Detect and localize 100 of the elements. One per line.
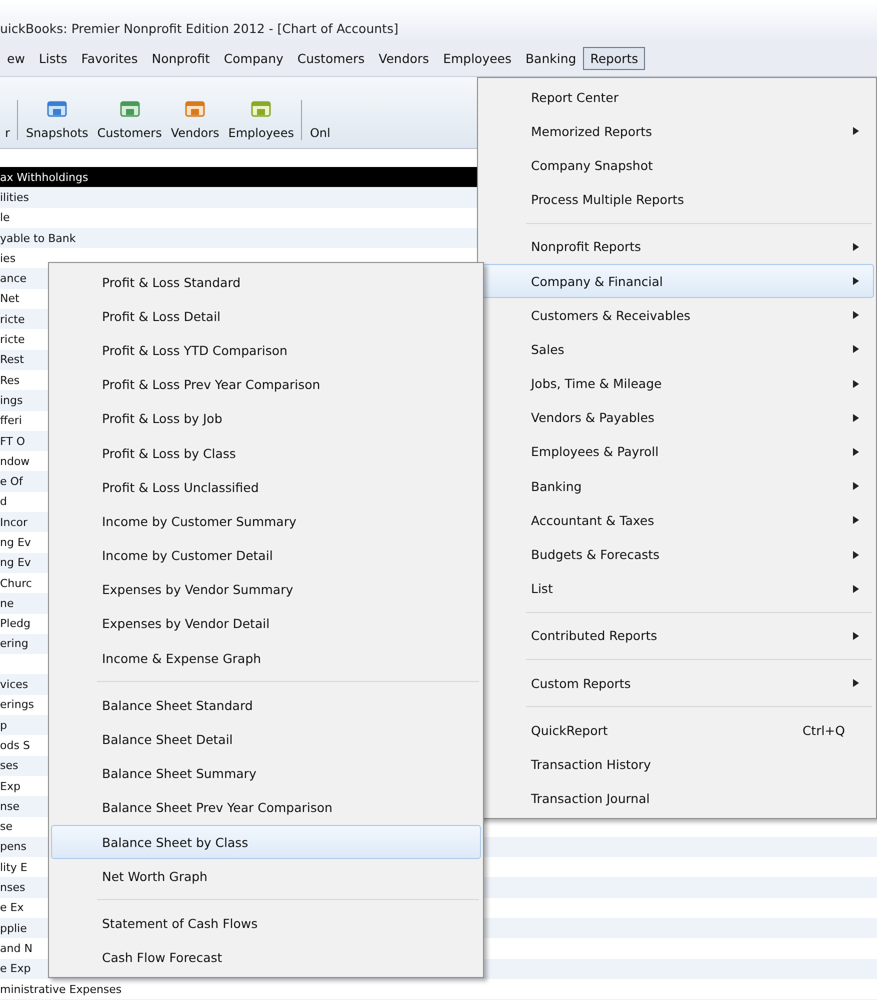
menu-item[interactable]: Balance Sheet Prev Year Comparison bbox=[51, 790, 481, 825]
account-name[interactable]: Res bbox=[0, 374, 20, 387]
menu-item[interactable]: Cash Flow Forecast bbox=[51, 940, 481, 975]
account-name[interactable]: p bbox=[0, 718, 7, 732]
menu-item[interactable]: Income by Customer Detail bbox=[51, 538, 481, 573]
arrow-icon bbox=[853, 516, 859, 524]
arrow-icon bbox=[853, 550, 859, 559]
menu-item[interactable]: Balance Sheet by Class bbox=[51, 825, 481, 860]
menu-item[interactable]: Profit & Loss YTD Comparison bbox=[51, 333, 481, 368]
toolbar-button[interactable]: Onl bbox=[310, 126, 330, 140]
toolbar-button[interactable]: Snapshots bbox=[26, 126, 88, 140]
menu-item[interactable]: Net Worth Graph bbox=[51, 859, 481, 894]
menu-item[interactable]: Lists bbox=[32, 46, 74, 70]
account-name[interactable]: ng Ev bbox=[0, 556, 31, 570]
account-name[interactable]: ance bbox=[0, 272, 27, 286]
account-name[interactable]: e Ex bbox=[0, 901, 24, 914]
menu-item[interactable]: Reports bbox=[583, 46, 646, 70]
menu-item[interactable]: Customers & Receivables bbox=[480, 298, 874, 332]
account-name[interactable]: nses bbox=[0, 881, 26, 894]
account-name[interactable]: ies bbox=[0, 252, 16, 265]
account-name[interactable]: ndow bbox=[0, 454, 30, 468]
menu-item[interactable]: Sales bbox=[480, 332, 874, 366]
menu-item[interactable]: Profit & Loss Unclassified bbox=[51, 470, 481, 504]
menu-item[interactable]: Company bbox=[216, 46, 290, 70]
account-name[interactable]: Exp bbox=[0, 780, 20, 793]
account-name[interactable]: ings bbox=[0, 394, 23, 407]
menu-item[interactable]: Favorites bbox=[74, 46, 145, 70]
menu-item[interactable]: Employees bbox=[436, 46, 518, 70]
menu-item[interactable]: Contributed Reports bbox=[480, 618, 874, 653]
menu-item[interactable]: Profit & Loss Prev Year Comparison bbox=[51, 368, 481, 402]
account-name[interactable]: ax Withholdings bbox=[0, 170, 88, 184]
account-name[interactable]: ricte bbox=[0, 333, 25, 346]
menu-item[interactable]: ew bbox=[0, 46, 32, 70]
account-name[interactable]: ses bbox=[0, 759, 18, 772]
menu-item[interactable]: Jobs, Time & Mileage bbox=[480, 366, 874, 401]
account-name[interactable]: d bbox=[0, 495, 7, 508]
menu-item[interactable]: Balance Sheet Standard bbox=[51, 688, 481, 722]
menu-item[interactable]: List bbox=[480, 572, 874, 606]
account-name[interactable]: le bbox=[0, 211, 10, 224]
account-name[interactable]: pens bbox=[0, 840, 26, 854]
toolbar-button[interactable]: Employees bbox=[228, 126, 294, 140]
menu-item[interactable]: Accountant & Taxes bbox=[480, 503, 874, 538]
account-name[interactable]: lity E bbox=[0, 860, 28, 874]
menu-item[interactable]: Memorized Reports bbox=[480, 114, 874, 148]
menu-item[interactable]: Process Multiple Reports bbox=[480, 182, 874, 217]
menu-item[interactable]: Transaction History bbox=[480, 747, 874, 782]
account-name[interactable]: ne bbox=[0, 596, 14, 610]
menu-item[interactable]: Vendors bbox=[372, 46, 436, 70]
menu-item[interactable]: Income by Customer Summary bbox=[51, 504, 481, 538]
menu-item[interactable]: Custom Reports bbox=[480, 666, 874, 700]
window-icon bbox=[184, 100, 206, 120]
account-name[interactable]: ministrative Expenses bbox=[0, 982, 122, 996]
toolbar-button[interactable]: Vendors bbox=[170, 126, 220, 140]
menu-item[interactable]: Profit & Loss by Class bbox=[51, 436, 481, 470]
account-name[interactable]: nse bbox=[0, 800, 20, 813]
account-name[interactable]: pplie bbox=[0, 922, 27, 935]
toolbar-button[interactable]: r bbox=[5, 126, 10, 140]
account-name[interactable]: ods S bbox=[0, 738, 30, 752]
account-name[interactable]: e Exp bbox=[0, 962, 31, 976]
account-name[interactable]: Net bbox=[0, 292, 20, 306]
arrow-icon bbox=[853, 380, 859, 388]
account-name[interactable]: ricte bbox=[0, 312, 25, 326]
account-name[interactable]: and N bbox=[0, 942, 32, 955]
account-name[interactable]: Rest bbox=[0, 353, 24, 366]
account-name[interactable]: Churc bbox=[0, 576, 32, 590]
account-name[interactable]: ilities bbox=[0, 190, 30, 204]
account-name[interactable]: vices bbox=[0, 678, 28, 692]
menu-item[interactable]: Banking bbox=[518, 46, 584, 70]
account-name[interactable]: ng Ev bbox=[0, 536, 31, 549]
menu-item[interactable]: Profit & Loss by Job bbox=[51, 402, 481, 436]
menu-item[interactable]: Nonprofit Reports bbox=[480, 230, 874, 264]
menu-item[interactable]: QuickReport Ctrl+Q bbox=[480, 713, 874, 748]
menu-item[interactable]: Report Center bbox=[480, 80, 874, 114]
account-name[interactable]: ering bbox=[0, 637, 28, 650]
menu-item[interactable]: Balance Sheet Detail bbox=[51, 722, 481, 757]
account-name[interactable]: erings bbox=[0, 698, 34, 712]
account-name[interactable]: Incor bbox=[0, 516, 28, 529]
arrow-icon bbox=[853, 584, 859, 593]
toolbar-button[interactable]: Customers bbox=[97, 126, 162, 140]
menu-item[interactable]: Nonprofit bbox=[144, 46, 217, 70]
menu-item[interactable]: Banking bbox=[480, 469, 874, 504]
menu-item[interactable]: Statement of Cash Flows bbox=[51, 906, 481, 941]
menu-item[interactable]: Balance Sheet Summary bbox=[51, 756, 481, 791]
menu-item[interactable]: Employees & Payroll bbox=[480, 434, 874, 470]
account-name[interactable]: fferi bbox=[0, 414, 22, 428]
account-name[interactable]: yable to Bank bbox=[0, 232, 76, 245]
account-name[interactable]: FT O bbox=[0, 434, 26, 448]
menu-item[interactable]: Income & Expense Graph bbox=[51, 641, 481, 676]
menu-item[interactable]: Customers bbox=[290, 46, 372, 70]
account-name[interactable]: se bbox=[0, 820, 12, 834]
menu-item[interactable]: Profit & Loss Standard bbox=[51, 265, 481, 300]
menu-item[interactable]: Expenses by Vendor Detail bbox=[51, 606, 481, 642]
account-name[interactable]: Pledg bbox=[0, 617, 30, 630]
menu-item[interactable]: Budgets & Forecasts bbox=[480, 537, 874, 572]
menu-item[interactable]: Transaction Journal bbox=[480, 782, 874, 816]
menu-item[interactable]: Vendors & Payables bbox=[480, 400, 874, 435]
menu-item[interactable]: Company Snapshot bbox=[480, 148, 874, 183]
menu-item[interactable]: Profit & Loss Detail bbox=[51, 299, 481, 334]
menu-item[interactable]: Expenses by Vendor Summary bbox=[51, 572, 481, 607]
account-name[interactable]: e Of bbox=[0, 475, 23, 488]
